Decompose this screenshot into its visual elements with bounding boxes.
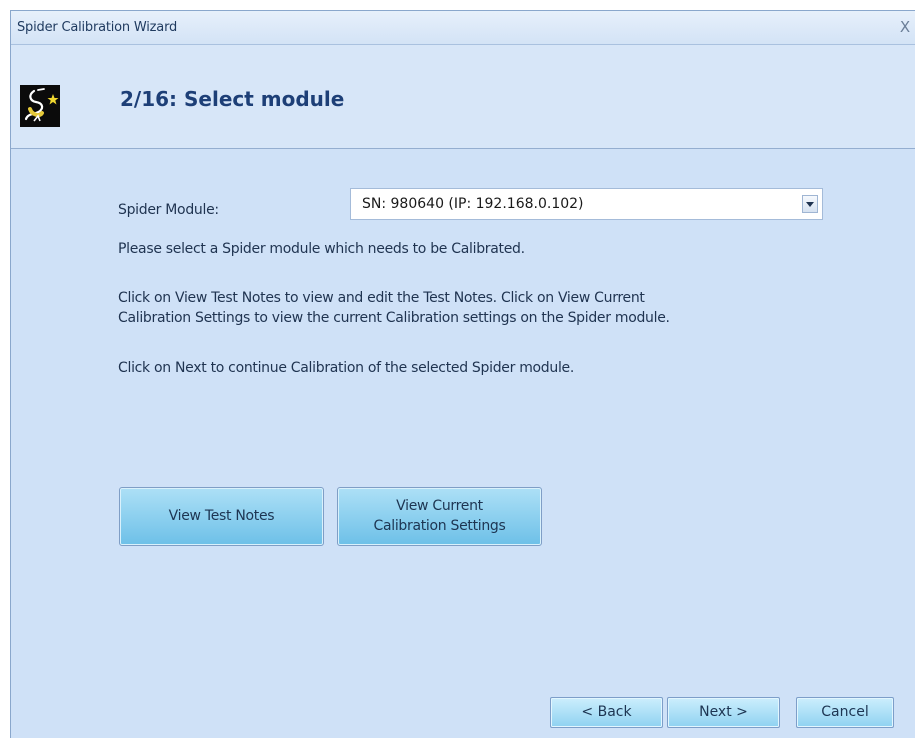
spider-module-label: Spider Module: bbox=[118, 202, 219, 218]
view-test-notes-label: View Test Notes bbox=[168, 508, 275, 524]
chevron-down-icon[interactable] bbox=[802, 195, 818, 213]
instruction-next: Click on Next to continue Calibration of… bbox=[118, 360, 575, 376]
close-icon[interactable]: X bbox=[896, 18, 914, 36]
instruction-view-notes-line1: Click on View Test Notes to view and edi… bbox=[118, 290, 645, 306]
step-title: 2/16: Select module bbox=[120, 87, 345, 111]
spider-logo-icon bbox=[20, 85, 60, 127]
view-calibration-settings-button[interactable]: View Current Calibration Settings bbox=[337, 487, 542, 546]
back-button[interactable]: < Back bbox=[550, 697, 663, 728]
next-button-label: Next > bbox=[699, 704, 748, 720]
window-title: Spider Calibration Wizard bbox=[17, 20, 178, 35]
wizard-window: Spider Calibration Wizard X 2/16: Select… bbox=[10, 10, 915, 738]
cancel-button-label: Cancel bbox=[821, 704, 869, 720]
spider-module-value: SN: 980640 (IP: 192.168.0.102) bbox=[362, 196, 584, 212]
back-button-label: < Back bbox=[581, 704, 632, 720]
view-calibration-label-line2: Calibration Settings bbox=[373, 518, 506, 534]
view-test-notes-button[interactable]: View Test Notes bbox=[119, 487, 324, 546]
instruction-view-notes-line2: Calibration Settings to view the current… bbox=[118, 310, 670, 326]
cancel-button[interactable]: Cancel bbox=[796, 697, 894, 728]
spider-module-dropdown[interactable]: SN: 980640 (IP: 192.168.0.102) bbox=[350, 188, 823, 220]
title-bar[interactable]: Spider Calibration Wizard X bbox=[11, 11, 915, 45]
next-button[interactable]: Next > bbox=[667, 697, 780, 728]
view-calibration-label-line1: View Current bbox=[396, 498, 483, 514]
instruction-select: Please select a Spider module which need… bbox=[118, 241, 525, 257]
wizard-header: 2/16: Select module bbox=[11, 45, 915, 149]
